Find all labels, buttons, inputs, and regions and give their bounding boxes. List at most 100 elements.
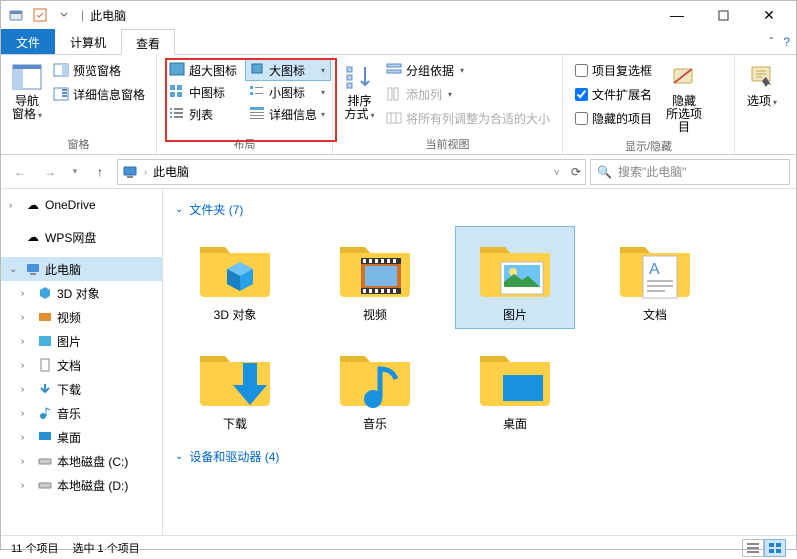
maximize-button[interactable] — [700, 1, 746, 29]
options-button[interactable]: 选项▾ — [743, 59, 781, 111]
tab-computer[interactable]: 计算机 — [55, 29, 121, 54]
ribbon-help-area: ˆ ? — [763, 29, 796, 54]
group-by-button[interactable]: 分组依据▾ — [382, 59, 554, 81]
group-layout-label: 布局 — [165, 134, 324, 152]
address-bar[interactable]: › 此电脑 v ⟳ — [117, 159, 586, 185]
folders-grid: 3D 对象 视频 图片 A 文档 下载 音乐 — [175, 226, 784, 438]
folder-3d-icon — [195, 232, 275, 302]
folder-music-icon — [335, 341, 415, 411]
sidebar-3d[interactable]: ›3D 对象 — [1, 281, 162, 305]
tab-file[interactable]: 文件 — [1, 29, 55, 54]
pc-icon — [122, 164, 138, 180]
sidebar-videos[interactable]: ›视频 — [1, 305, 162, 329]
ribbon: 导航窗格▾ 预览窗格 详细信息窗格 窗格 超大图标 大图标▾ 中图标 小图标 — [1, 55, 796, 155]
folder-music[interactable]: 音乐 — [315, 335, 435, 438]
large-icon — [249, 62, 265, 78]
group-panes-label: 窗格 — [9, 134, 148, 152]
folder-videos[interactable]: 视频 — [315, 226, 435, 329]
sidebar-onedrive[interactable]: ›☁OneDrive — [1, 193, 162, 217]
ribbon-collapse-icon[interactable]: ˆ — [769, 35, 773, 49]
sidebar-pictures[interactable]: ›图片 — [1, 329, 162, 353]
desktop-icon — [37, 429, 53, 445]
content-area[interactable]: ⌄文件夹 (7) 3D 对象 视频 图片 A 文档 下载 — [163, 189, 796, 535]
add-columns-button[interactable]: 添加列▾ — [382, 83, 554, 105]
group-by-icon — [386, 62, 402, 78]
hide-selected-label: 隐藏 所选项目 — [662, 95, 706, 134]
minimize-button[interactable]: — — [654, 1, 700, 29]
hide-icon — [668, 61, 700, 93]
folders-section-header[interactable]: ⌄文件夹 (7) — [175, 201, 784, 218]
cube-icon — [37, 285, 53, 301]
file-ext-toggle[interactable]: 文件扩展名 — [571, 83, 656, 105]
music-icon — [37, 405, 53, 421]
sidebar-documents[interactable]: ›文档 — [1, 353, 162, 377]
layout-extra-large[interactable]: 超大图标 — [165, 59, 243, 81]
up-button[interactable]: ↑ — [87, 159, 113, 185]
recent-dropdown[interactable]: ▾ — [67, 159, 83, 185]
layout-large[interactable]: 大图标▾ — [245, 59, 331, 81]
forward-button[interactable]: → — [37, 159, 63, 185]
addr-chevron-icon[interactable]: › — [144, 167, 147, 177]
preview-pane-button[interactable]: 预览窗格 — [49, 59, 149, 81]
layout-medium[interactable]: 中图标 — [165, 81, 243, 103]
search-box[interactable]: 🔍 搜索"此电脑" — [590, 159, 790, 185]
close-button[interactable]: ✕ — [746, 1, 792, 29]
document-icon — [37, 357, 53, 373]
status-bar: 11 个项目 选中 1 个项目 — [1, 535, 796, 559]
download-icon — [37, 381, 53, 397]
sidebar-disk-d[interactable]: ›本地磁盘 (D:) — [1, 473, 162, 497]
group-by-label: 分组依据 — [406, 62, 454, 79]
hide-selected-button[interactable]: 隐藏 所选项目 — [660, 59, 708, 136]
folder-desktop[interactable]: 桌面 — [455, 335, 575, 438]
icons-view-button[interactable] — [764, 539, 786, 557]
sidebar-downloads[interactable]: ›下载 — [1, 377, 162, 401]
group-current-view: 排序方式▾ 分组依据▾ 添加列▾ 将所有列调整为合适的大小 当前视图 — [333, 55, 563, 154]
folder-3d[interactable]: 3D 对象 — [175, 226, 295, 329]
nav-pane-icon — [11, 61, 43, 93]
nav-pane-button[interactable]: 导航窗格▾ — [9, 59, 45, 124]
sort-by-button[interactable]: 排序方式▾ — [341, 59, 378, 124]
details-pane-button[interactable]: 详细信息窗格 — [49, 83, 149, 105]
group-options: 选项▾ — [735, 55, 789, 154]
folder-downloads[interactable]: 下载 — [175, 335, 295, 438]
layout-details[interactable]: 详细信息▾ — [245, 103, 331, 125]
quick-access-toolbar — [5, 4, 75, 26]
sidebar-wps[interactable]: ☁WPS网盘 — [1, 225, 162, 249]
refresh-icon[interactable]: ⟳ — [571, 165, 581, 179]
app-icon[interactable] — [5, 4, 27, 26]
medium-icon — [169, 84, 185, 100]
details-pane-label: 详细信息窗格 — [73, 86, 145, 103]
sort-by-label: 排序方式 — [344, 94, 371, 121]
item-checkboxes-checkbox[interactable] — [575, 64, 588, 77]
status-item-count: 11 个项目 — [11, 540, 58, 556]
addr-dropdown-icon[interactable]: v — [554, 167, 559, 177]
qat-properties-icon[interactable] — [29, 4, 51, 26]
chevron-down-icon: ⌄ — [175, 204, 183, 215]
folder-documents[interactable]: A 文档 — [595, 226, 715, 329]
fit-columns-button[interactable]: 将所有列调整为合适的大小 — [382, 107, 554, 129]
drives-section-header[interactable]: ⌄设备和驱动器 (4) — [175, 448, 784, 465]
back-button[interactable]: ← — [7, 159, 33, 185]
item-checkboxes-toggle[interactable]: 项目复选框 — [571, 59, 656, 81]
layout-list[interactable]: 列表 — [165, 103, 243, 125]
pc-icon — [25, 261, 41, 277]
sidebar-desktop[interactable]: ›桌面 — [1, 425, 162, 449]
video-icon — [37, 309, 53, 325]
details-view-button[interactable] — [742, 539, 764, 557]
qat-dropdown-icon[interactable] — [53, 4, 75, 26]
small-icon — [249, 84, 265, 100]
sidebar-this-pc[interactable]: ⌄此电脑 — [1, 257, 162, 281]
chevron-down-icon: ⌄ — [175, 451, 183, 462]
tab-view[interactable]: 查看 — [121, 29, 175, 55]
cloud-icon: ☁ — [25, 197, 41, 213]
file-ext-checkbox[interactable] — [575, 88, 588, 101]
sidebar-disk-c[interactable]: ›本地磁盘 (C:) — [1, 449, 162, 473]
sidebar-music[interactable]: ›音乐 — [1, 401, 162, 425]
hidden-items-checkbox[interactable] — [575, 112, 588, 125]
picture-icon — [37, 333, 53, 349]
group-show-hide: 项目复选框 文件扩展名 隐藏的项目 隐藏 所选项目 显示/隐藏 — [563, 55, 735, 154]
folder-pictures[interactable]: 图片 — [455, 226, 575, 329]
hidden-items-toggle[interactable]: 隐藏的项目 — [571, 107, 656, 129]
help-icon[interactable]: ? — [783, 35, 790, 49]
layout-small[interactable]: 小图标▾ — [245, 81, 331, 103]
